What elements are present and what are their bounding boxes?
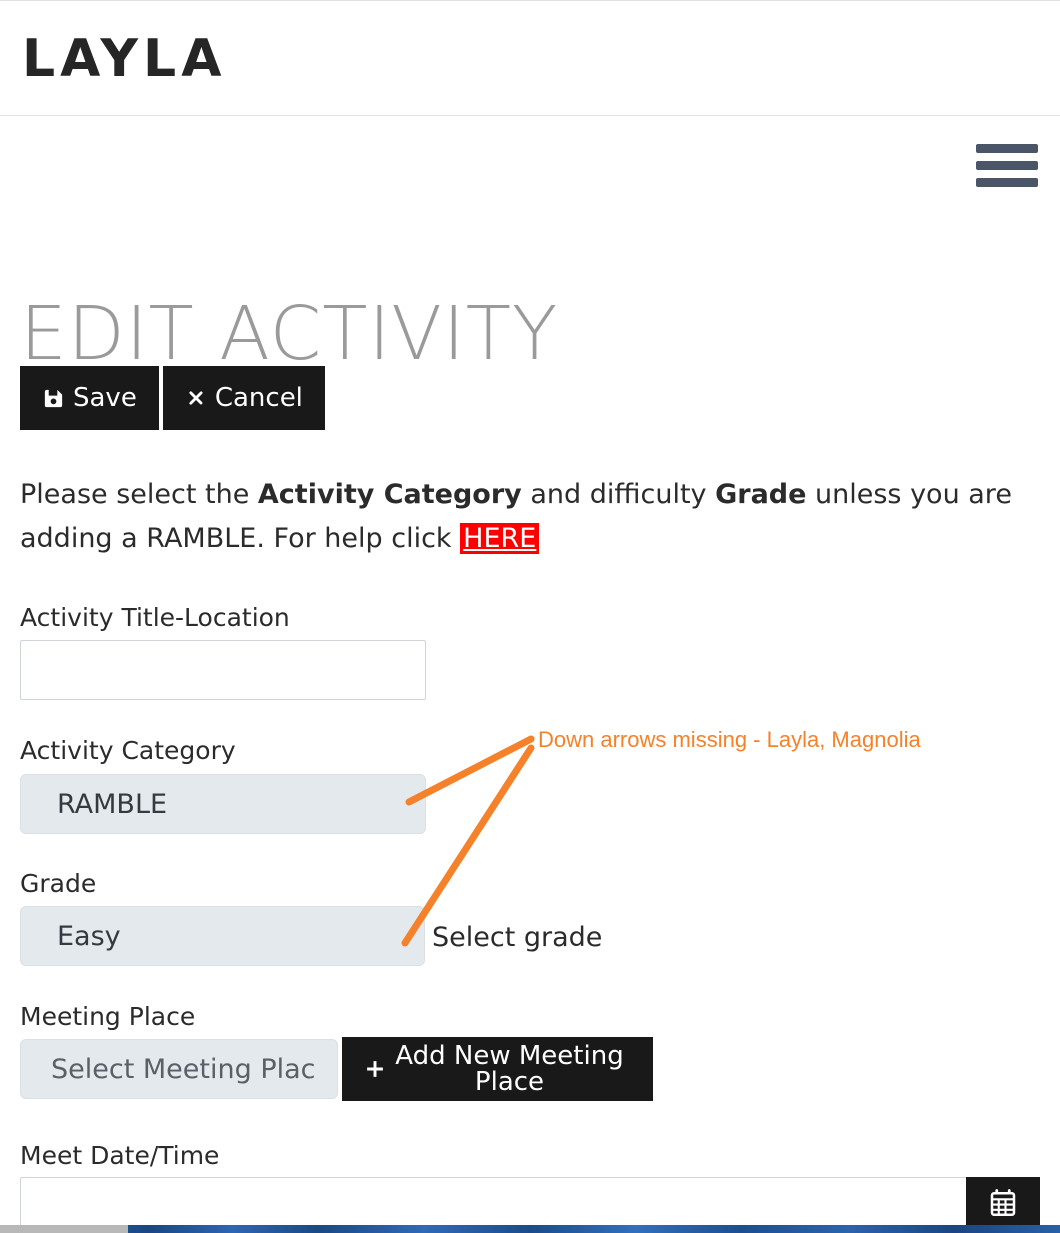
meeting-place-select[interactable]: Select Meeting Plac <box>20 1039 338 1099</box>
instructions-bold-grade: Grade <box>715 479 807 510</box>
save-button[interactable]: Save <box>20 366 159 430</box>
os-taskbar-left-segment <box>0 1225 128 1233</box>
save-button-label: Save <box>73 383 137 413</box>
meet-date-time-label: Meet Date/Time <box>20 1141 220 1170</box>
annotation-arrow-to-category <box>405 735 535 806</box>
add-new-meeting-place-button[interactable]: Add New Meeting Place <box>342 1037 653 1101</box>
grade-selected-value: Easy <box>57 920 121 952</box>
hamburger-bar-2 <box>976 161 1038 170</box>
meeting-place-label: Meeting Place <box>20 1002 196 1031</box>
activity-category-selected-value: RAMBLE <box>57 788 168 820</box>
site-logo[interactable]: LAYLA <box>22 27 226 91</box>
help-here-link[interactable]: HERE <box>460 523 540 554</box>
grade-select[interactable]: Easy <box>20 906 425 966</box>
floppy-disk-save-icon <box>42 387 65 410</box>
instructions-part2: and difficulty <box>521 479 716 510</box>
hamburger-bar-1 <box>976 144 1038 153</box>
calendar-icon <box>988 1188 1018 1223</box>
cancel-button-label: Cancel <box>214 383 303 413</box>
logo-header: LAYLA <box>0 0 1060 116</box>
activity-category-select[interactable]: RAMBLE <box>20 774 426 834</box>
os-taskbar <box>0 1225 1060 1233</box>
select-grade-note: Select grade <box>432 922 603 953</box>
annotation-label: Down arrows missing - Layla, Magnolia <box>538 727 921 752</box>
hamburger-bar-3 <box>976 178 1038 187</box>
instructions-bold-activity-category: Activity Category <box>257 479 522 510</box>
meeting-place-selected-value: Select Meeting Plac <box>51 1053 316 1085</box>
cancel-button[interactable]: Cancel <box>162 366 325 430</box>
add-new-meeting-place-label: Add New Meeting Place <box>395 1041 624 1097</box>
instructions-paragraph: Please select the Activity Category and … <box>20 473 1035 561</box>
plus-icon <box>364 1058 386 1080</box>
activity-title-label: Activity Title-Location <box>20 603 290 632</box>
activity-category-label: Activity Category <box>20 736 236 765</box>
action-button-group: Save Cancel <box>20 366 325 430</box>
close-x-icon <box>185 387 207 409</box>
grade-label: Grade <box>20 869 97 898</box>
instructions-part1: Please select the <box>20 479 258 510</box>
activity-title-input[interactable] <box>20 640 426 700</box>
hamburger-menu-icon[interactable] <box>976 140 1038 188</box>
